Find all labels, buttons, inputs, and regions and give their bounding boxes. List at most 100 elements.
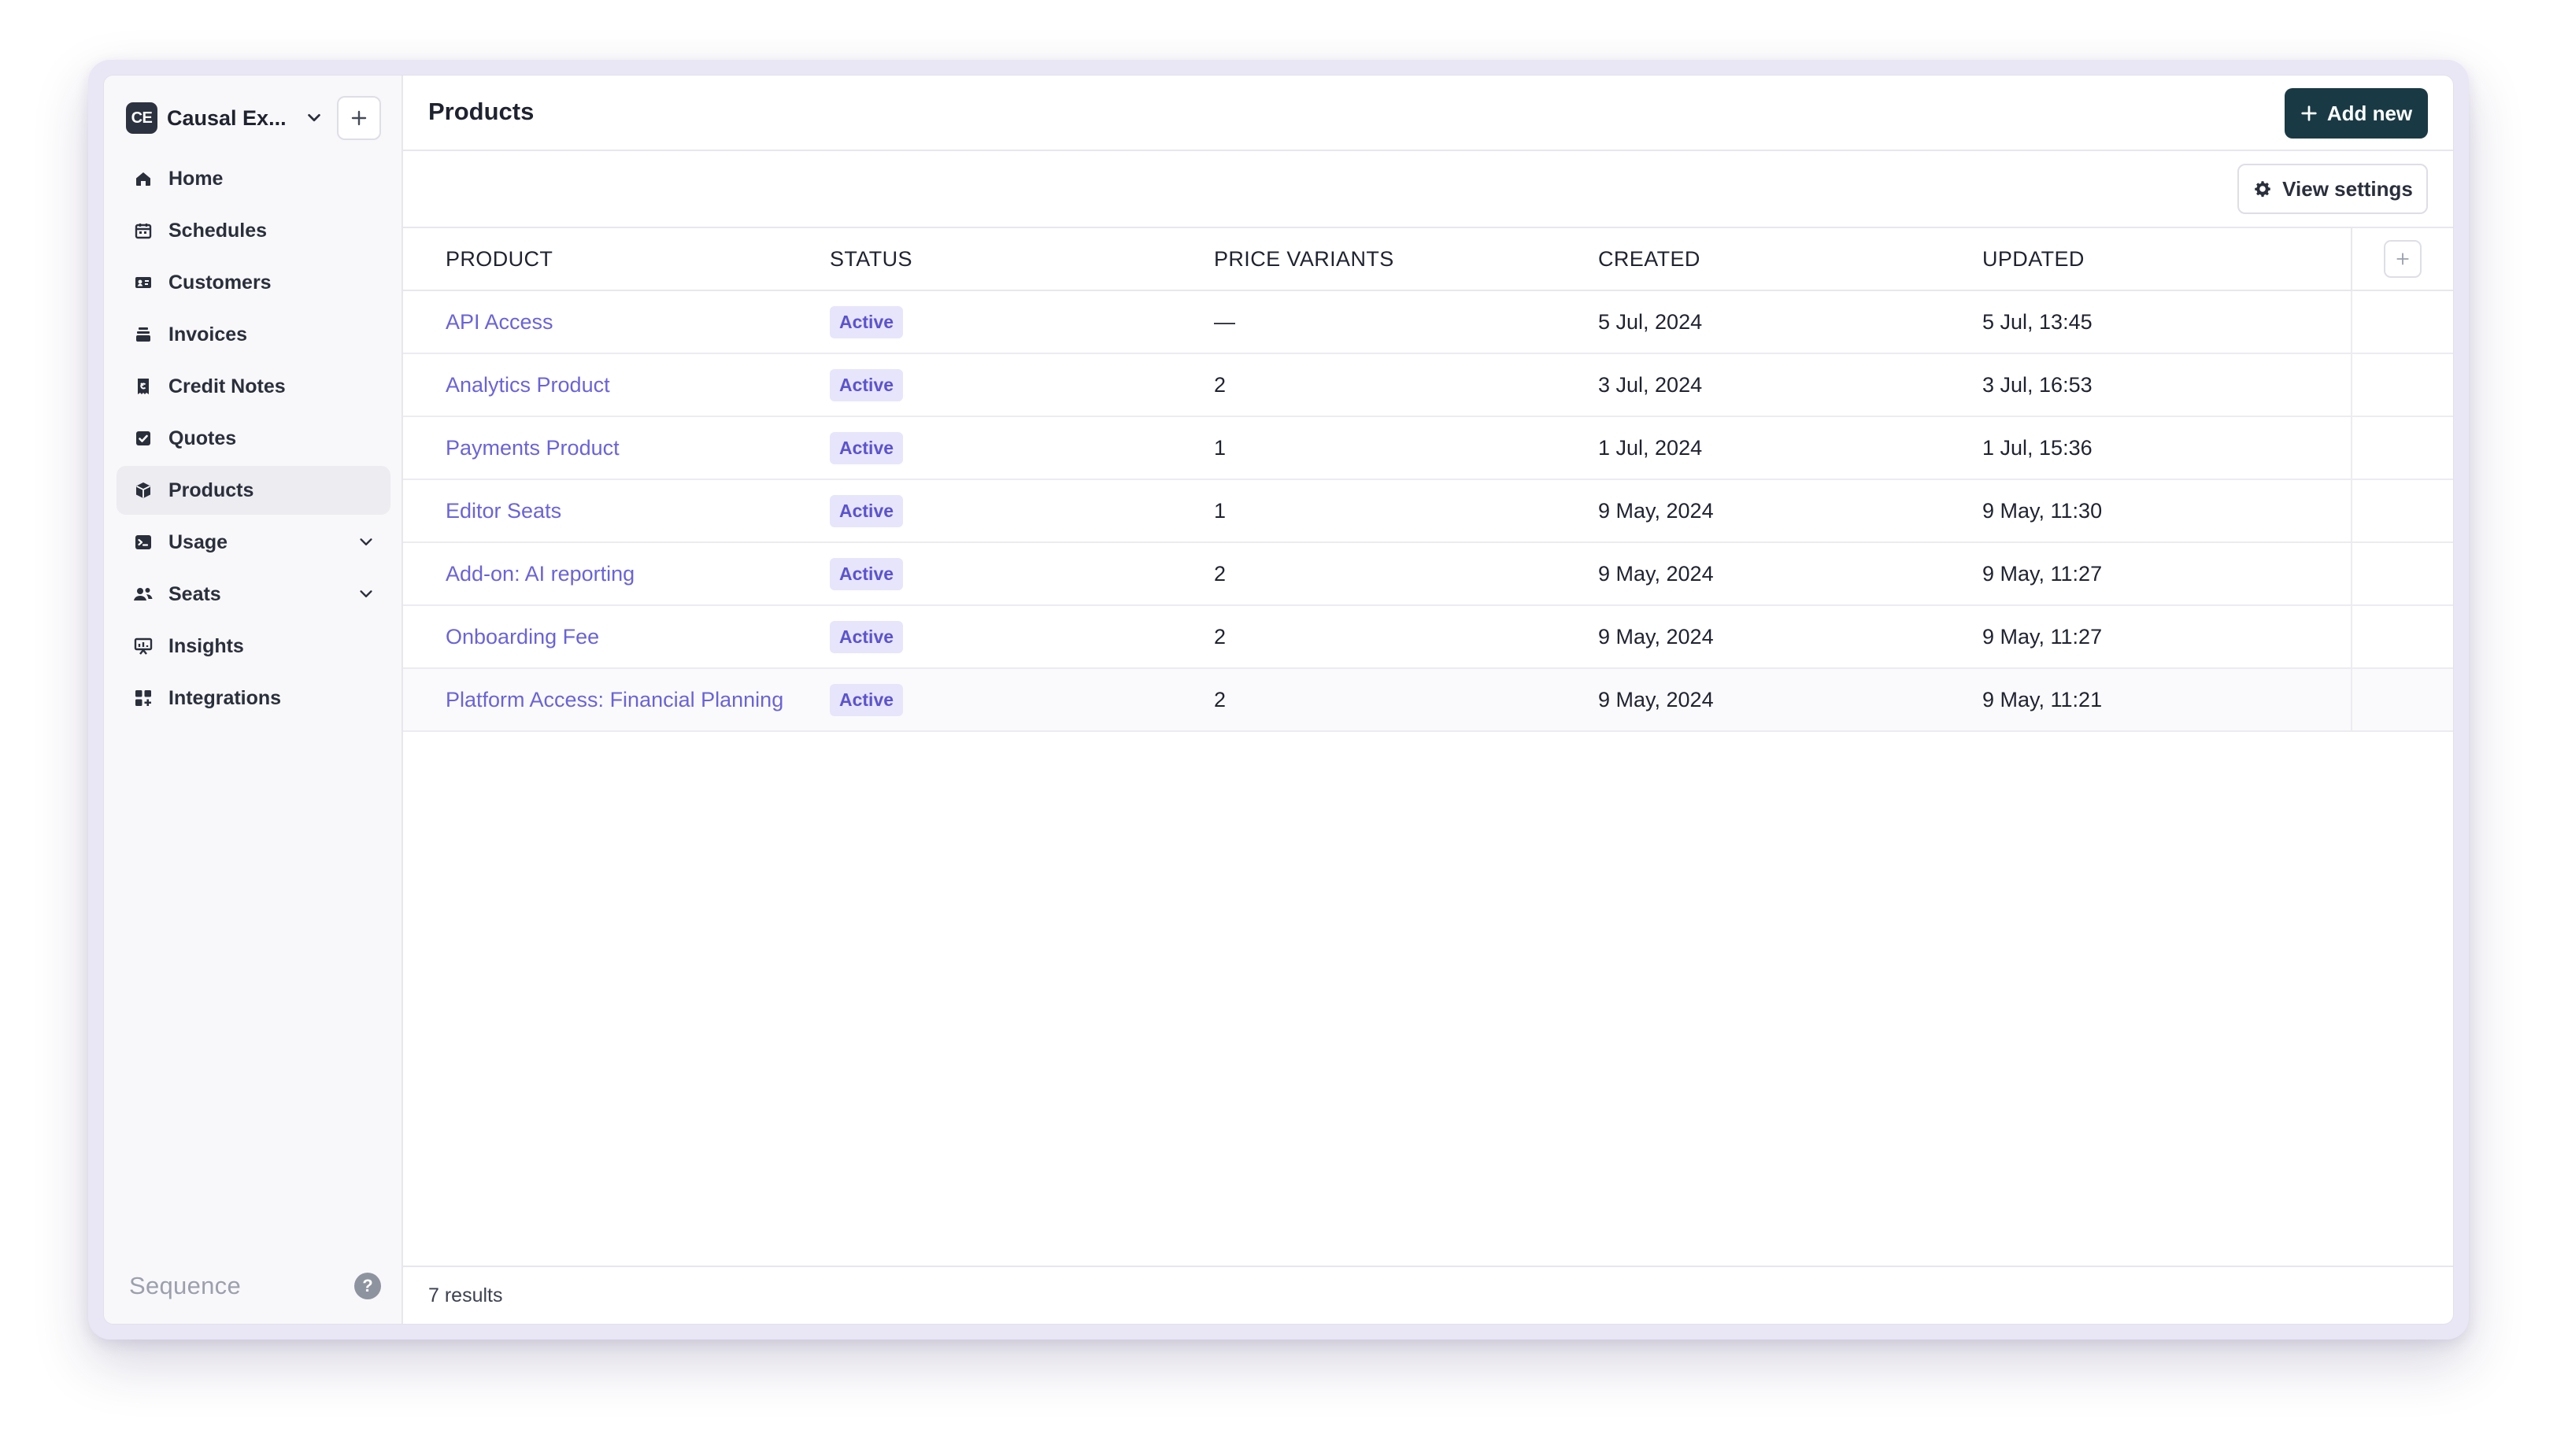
- view-settings-button[interactable]: View settings: [2237, 164, 2428, 214]
- table-row[interactable]: Onboarding Fee Active 2 9 May, 2024 9 Ma…: [403, 606, 2453, 669]
- created-date: 9 May, 2024: [1598, 624, 1714, 649]
- created-date: 3 Jul, 2024: [1598, 372, 1703, 397]
- column-header-product[interactable]: PRODUCT: [446, 247, 553, 272]
- plus-icon: [2396, 253, 2409, 265]
- table-row[interactable]: API Access Active — 5 Jul, 2024 5 Jul, 1…: [403, 291, 2453, 354]
- chart-board-icon: [132, 635, 154, 657]
- product-name-link[interactable]: Add-on: AI reporting: [446, 562, 635, 586]
- status-badge: Active: [830, 620, 904, 653]
- updated-date: 5 Jul, 13:45: [1982, 309, 2093, 334]
- page-header: Products Add new: [403, 76, 2453, 151]
- product-name-link[interactable]: Analytics Product: [446, 373, 610, 397]
- credit-note-icon: [132, 375, 154, 397]
- product-name-link[interactable]: Onboarding Fee: [446, 625, 599, 649]
- product-name-link[interactable]: Editor Seats: [446, 499, 561, 523]
- sidebar-item-label: Home: [168, 167, 224, 190]
- sidebar-item-label: Quotes: [168, 427, 237, 449]
- sidebar-item-label: Customers: [168, 271, 272, 294]
- plus-icon: [351, 110, 367, 126]
- add-new-button[interactable]: Add new: [2285, 88, 2428, 139]
- status-badge: Active: [830, 305, 904, 338]
- products-table: PRODUCT STATUS PRICE VARIANTS CREATED UP…: [403, 228, 2453, 732]
- product-name-link[interactable]: Payments Product: [446, 436, 620, 460]
- sidebar-item-schedules[interactable]: Schedules: [117, 206, 390, 255]
- table-row[interactable]: Payments Product Active 1 1 Jul, 2024 1 …: [403, 417, 2453, 480]
- calendar-icon: [132, 220, 154, 242]
- workspace-switcher[interactable]: CE Causal Ex...: [126, 96, 381, 140]
- invoice-stack-icon: [132, 323, 154, 346]
- gear-icon: [2255, 181, 2270, 198]
- status-badge: Active: [830, 431, 904, 464]
- add-column-cell: [2351, 228, 2453, 290]
- help-icon[interactable]: ?: [354, 1273, 381, 1299]
- sidebar-item-invoices[interactable]: Invoices: [117, 310, 390, 359]
- column-header-updated[interactable]: UPDATED: [1982, 247, 2085, 272]
- table-row[interactable]: Analytics Product Active 2 3 Jul, 2024 3…: [403, 354, 2453, 417]
- sidebar-item-label: Insights: [168, 634, 244, 657]
- sidebar-item-credit-notes[interactable]: Credit Notes: [117, 362, 390, 411]
- created-date: 9 May, 2024: [1598, 561, 1714, 586]
- sidebar-nav: Home Schedules Customers Invoices Credit…: [117, 154, 390, 726]
- sidebar-item-insights[interactable]: Insights: [117, 622, 390, 671]
- updated-date: 1 Jul, 15:36: [1982, 435, 2093, 460]
- add-new-label: Add new: [2326, 101, 2413, 125]
- sidebar-item-usage[interactable]: Usage: [117, 518, 390, 567]
- chevron-down-icon[interactable]: [357, 534, 375, 551]
- row-extra-cell: [2351, 417, 2453, 479]
- sidebar-item-integrations[interactable]: Integrations: [117, 674, 390, 722]
- sidebar-item-label: Schedules: [168, 219, 268, 242]
- column-header-price-variants[interactable]: PRICE VARIANTS: [1214, 247, 1394, 272]
- row-extra-cell: [2351, 606, 2453, 667]
- product-name-link[interactable]: Platform Access: Financial Planning: [446, 688, 783, 712]
- price-variants-value: —: [1214, 309, 1235, 334]
- column-header-created[interactable]: CREATED: [1598, 247, 1700, 272]
- sidebar-item-label: Integrations: [168, 686, 282, 709]
- updated-date: 9 May, 11:21: [1982, 687, 2103, 711]
- sidebar-item-customers[interactable]: Customers: [117, 258, 390, 307]
- updated-date: 9 May, 11:27: [1982, 561, 2103, 586]
- workspace-add-button[interactable]: [337, 96, 381, 140]
- created-date: 1 Jul, 2024: [1598, 435, 1703, 460]
- updated-date: 9 May, 11:30: [1982, 498, 2103, 523]
- price-variants-value: 2: [1214, 624, 1227, 649]
- sidebar-item-seats[interactable]: Seats: [117, 570, 390, 619]
- table-row[interactable]: Editor Seats Active 1 9 May, 2024 9 May,…: [403, 480, 2453, 543]
- price-variants-value: 2: [1214, 561, 1227, 586]
- table-row[interactable]: Add-on: AI reporting Active 2 9 May, 202…: [403, 543, 2453, 606]
- status-badge: Active: [830, 683, 904, 716]
- row-extra-cell: [2351, 543, 2453, 604]
- column-header-status[interactable]: STATUS: [830, 247, 912, 272]
- view-settings-label: View settings: [2282, 176, 2413, 201]
- sidebar-item-label: Products: [168, 479, 254, 501]
- product-name-link[interactable]: API Access: [446, 310, 553, 334]
- quote-check-icon: [132, 427, 154, 449]
- app-window: CE Causal Ex... Home Schedules Customers…: [104, 76, 2453, 1324]
- add-column-button[interactable]: [2384, 240, 2422, 278]
- status-badge: Active: [830, 557, 904, 590]
- sidebar-item-label: Usage: [168, 530, 228, 553]
- home-icon: [132, 168, 154, 190]
- results-count: 7 results: [428, 1284, 503, 1306]
- row-extra-cell: [2351, 291, 2453, 353]
- price-variants-value: 2: [1214, 687, 1227, 711]
- table-toolbar: View settings: [403, 151, 2453, 228]
- chevron-down-icon[interactable]: [305, 109, 323, 127]
- chevron-down-icon[interactable]: [357, 586, 375, 603]
- workspace-name: Causal Ex...: [167, 105, 287, 130]
- sidebar-item-label: Invoices: [168, 323, 248, 346]
- table-footer: 7 results: [403, 1266, 2453, 1324]
- sidebar-footer: Sequence ?: [129, 1269, 381, 1303]
- created-date: 9 May, 2024: [1598, 687, 1714, 711]
- plus-icon: [2301, 105, 2317, 121]
- sidebar-item-home[interactable]: Home: [117, 154, 390, 203]
- sidebar-item-products[interactable]: Products: [117, 466, 390, 515]
- row-extra-cell: [2351, 669, 2453, 730]
- sidebar: CE Causal Ex... Home Schedules Customers…: [104, 76, 403, 1324]
- sidebar-item-quotes[interactable]: Quotes: [117, 414, 390, 463]
- table-row[interactable]: Platform Access: Financial Planning Acti…: [403, 669, 2453, 732]
- sidebar-item-label: Credit Notes: [168, 375, 286, 397]
- price-variants-value: 1: [1214, 498, 1227, 523]
- created-date: 5 Jul, 2024: [1598, 309, 1703, 334]
- created-date: 9 May, 2024: [1598, 498, 1714, 523]
- workspace-avatar: CE: [126, 102, 157, 134]
